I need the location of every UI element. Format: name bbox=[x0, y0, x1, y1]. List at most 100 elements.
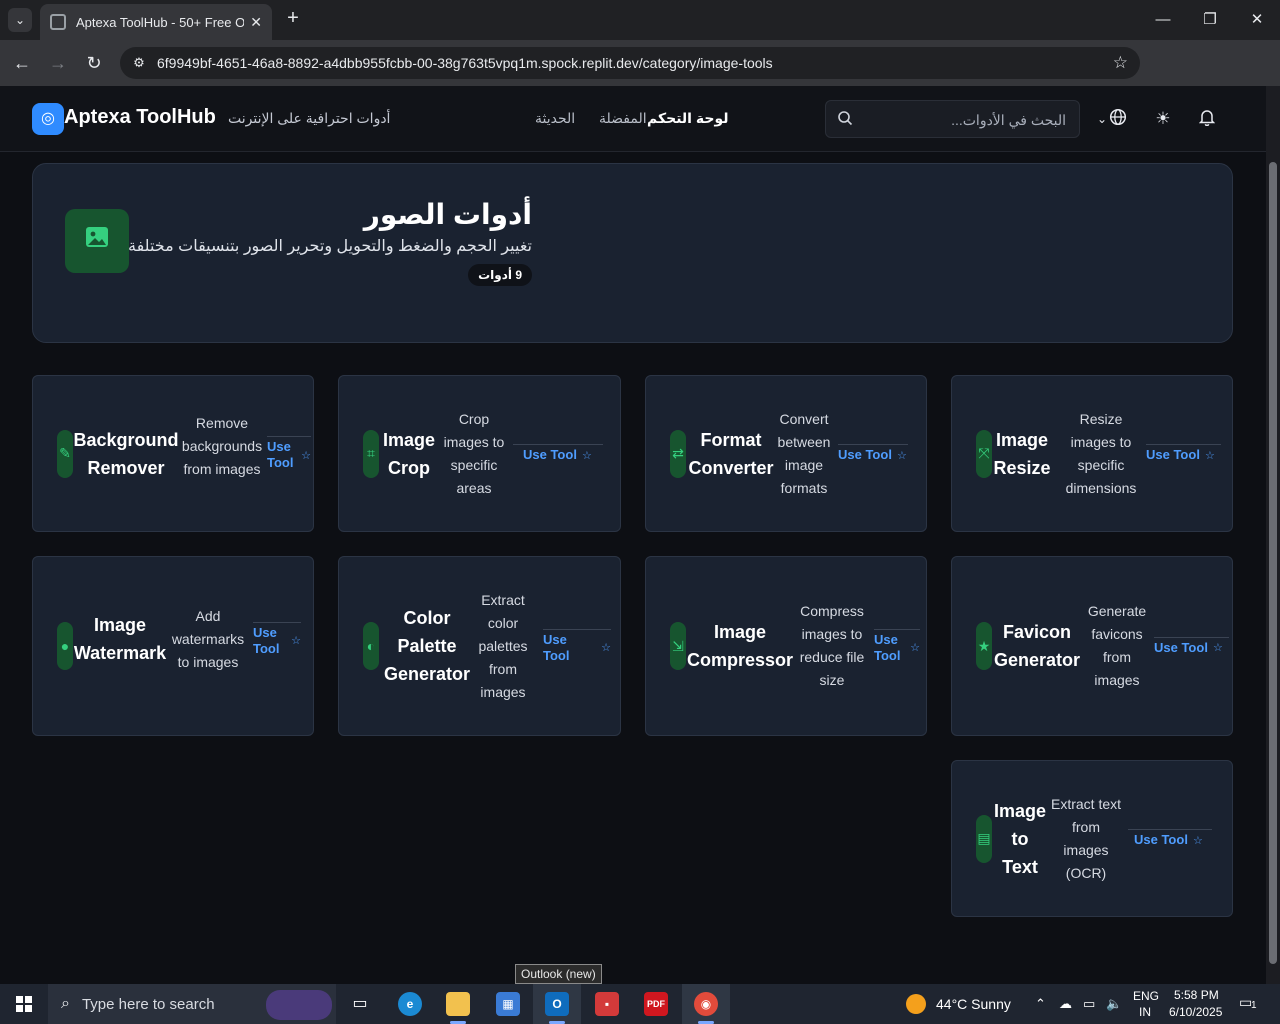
tool-card-favicon-generator[interactable]: ★ Favicon Generator Generate favicons fr… bbox=[951, 556, 1233, 736]
use-tool-button[interactable]: Use Tool ☆ bbox=[1146, 444, 1221, 463]
theme-sun-icon[interactable]: ☀ bbox=[1152, 108, 1174, 130]
use-tool-button[interactable]: Use Tool ☆ bbox=[253, 621, 301, 657]
taskbar-outlook[interactable]: O bbox=[533, 984, 581, 1024]
cloud-icon[interactable]: ☁ bbox=[1059, 996, 1072, 1012]
image-icon bbox=[65, 209, 129, 273]
tool-title: Image Watermark bbox=[73, 615, 167, 663]
use-tool-label[interactable]: Use Tool bbox=[253, 625, 286, 657]
clock-date[interactable]: 6/10/2025 bbox=[1169, 1005, 1222, 1019]
tool-title: Favicon Generator bbox=[993, 622, 1081, 670]
resize-icon: ⤧ bbox=[976, 429, 992, 478]
weather-sun-icon[interactable] bbox=[906, 994, 926, 1014]
compress-icon: ⇲ bbox=[670, 622, 686, 670]
use-tool-button[interactable]: Use Tool ☆ bbox=[838, 444, 908, 463]
nav-dashboard[interactable]: لوحة التحكم bbox=[647, 110, 728, 127]
url-text[interactable]: 6f9949bf-4651-46a8-8892-a4dbb955fcbb-00-… bbox=[157, 55, 773, 71]
address-bar[interactable]: ⚙ 6f9949bf-4651-46a8-8892-a4dbb955fcbb-0… bbox=[120, 47, 1140, 79]
taskbar-app-p[interactable]: ▪ bbox=[583, 984, 631, 1024]
use-tool-button[interactable]: Use Tool ☆ bbox=[513, 444, 603, 463]
weather-text[interactable]: 44°C Sunny bbox=[936, 996, 1011, 1012]
favorite-star-icon[interactable]: ☆ bbox=[291, 634, 301, 647]
search-input[interactable] bbox=[866, 108, 1066, 132]
tool-card-image-crop[interactable]: ⌗ Image Crop Crop images to specific are… bbox=[338, 375, 621, 532]
language-top[interactable]: ENG bbox=[1133, 989, 1159, 1003]
taskbar-store[interactable]: ▦ bbox=[484, 984, 532, 1024]
use-tool-label[interactable]: Use Tool bbox=[1134, 832, 1188, 848]
reload-button[interactable]: ↻ bbox=[82, 52, 106, 76]
nav-favorites[interactable]: المفضلة bbox=[599, 110, 647, 127]
favorite-star-icon[interactable]: ☆ bbox=[582, 449, 592, 462]
language-bottom[interactable]: IN bbox=[1139, 1005, 1151, 1019]
swap-icon: ⇄ bbox=[670, 429, 686, 478]
favorite-star-icon[interactable]: ☆ bbox=[301, 449, 311, 462]
tab-search-button[interactable]: ⌄ bbox=[8, 8, 32, 32]
use-tool-button[interactable]: Use Tool ☆ bbox=[543, 628, 611, 664]
new-tab-button[interactable]: + bbox=[282, 8, 304, 30]
favorite-star-icon[interactable]: ☆ bbox=[897, 449, 907, 462]
use-tool-label[interactable]: Use Tool bbox=[523, 447, 577, 463]
taskbar-chrome[interactable]: ◉ bbox=[682, 984, 730, 1024]
tool-card-image-resize[interactable]: ⤧ Image Resize Resize images to specific… bbox=[951, 375, 1233, 532]
browser-tab[interactable]: Aptexa ToolHub - 50+ Free Onl ✕ bbox=[40, 4, 272, 40]
clock-time[interactable]: 5:58 PM bbox=[1174, 988, 1219, 1002]
use-tool-label[interactable]: Use Tool bbox=[1154, 640, 1208, 656]
use-tool-label[interactable]: Use Tool bbox=[838, 447, 892, 463]
favorite-star-icon[interactable]: ☆ bbox=[601, 641, 611, 654]
notification-bell-icon[interactable] bbox=[1196, 108, 1218, 130]
use-tool-button[interactable]: Use Tool ☆ bbox=[874, 628, 920, 664]
network-icon[interactable]: ▭ bbox=[1083, 996, 1095, 1012]
logo-text[interactable]: Aptexa ToolHub bbox=[64, 106, 216, 129]
page-scrollbar[interactable] bbox=[1266, 86, 1280, 984]
nav-latest[interactable]: الحديثة bbox=[535, 110, 575, 127]
show-hidden-icons[interactable]: ⌃ bbox=[1035, 996, 1046, 1012]
task-view-button[interactable]: ▭ bbox=[336, 984, 384, 1024]
tool-title: Image Crop bbox=[382, 429, 436, 478]
bookmark-star-icon[interactable]: ☆ bbox=[1113, 53, 1128, 73]
tool-card-image-watermark[interactable]: ● Image Watermark Add watermarks to imag… bbox=[32, 556, 314, 736]
tool-title: Image Compressor bbox=[686, 622, 794, 670]
favorite-star-icon[interactable]: ☆ bbox=[1205, 449, 1215, 462]
tool-card-color-palette-generator[interactable]: ◐ Color Palette Generator Extract color … bbox=[338, 556, 621, 736]
palette-icon: ◐ bbox=[363, 622, 379, 670]
favorite-star-icon[interactable]: ☆ bbox=[1213, 641, 1223, 654]
tab-close-icon[interactable]: ✕ bbox=[250, 14, 262, 31]
favorite-star-icon[interactable]: ☆ bbox=[910, 641, 920, 654]
tool-description: Generate favicons from images bbox=[1087, 603, 1147, 688]
droplet-icon: ● bbox=[57, 622, 73, 670]
use-tool-label[interactable]: Use Tool bbox=[1146, 447, 1200, 463]
tool-card-image-compressor[interactable]: ⇲ Image Compressor Compress images to re… bbox=[645, 556, 927, 736]
start-button[interactable] bbox=[0, 984, 48, 1024]
favorite-star-icon[interactable]: ☆ bbox=[1193, 834, 1203, 847]
tool-card-format-converter[interactable]: ⇄ Format Converter Convert between image… bbox=[645, 375, 927, 532]
star-icon: ★ bbox=[976, 622, 992, 670]
taskbar-edge[interactable]: e bbox=[386, 984, 434, 1024]
globe-icon[interactable] bbox=[1107, 108, 1129, 130]
taskbar-file-explorer[interactable] bbox=[434, 984, 482, 1024]
taskbar-pdf[interactable]: PDF bbox=[632, 984, 680, 1024]
notification-center-icon[interactable]: ▭ 1 bbox=[1239, 994, 1259, 1014]
volume-icon[interactable]: 🔈 bbox=[1106, 996, 1122, 1012]
use-tool-button[interactable]: Use Tool ☆ bbox=[1128, 829, 1212, 848]
use-tool-label[interactable]: Use Tool bbox=[267, 439, 296, 471]
tool-title: Format Converter bbox=[688, 429, 774, 478]
search-box[interactable] bbox=[825, 100, 1080, 138]
close-window-button[interactable]: ✕ bbox=[1234, 8, 1280, 32]
restore-button[interactable]: ❐ bbox=[1187, 8, 1233, 32]
use-tool-button[interactable]: Use Tool ☆ bbox=[267, 436, 311, 471]
use-tool-label[interactable]: Use Tool bbox=[874, 632, 905, 664]
taskbar-search-placeholder[interactable]: Type here to search bbox=[82, 996, 215, 1013]
search-icon: ⌕ bbox=[61, 995, 70, 1012]
taskbar-tooltip: Outlook (new) bbox=[515, 964, 602, 984]
taskbar-search[interactable]: ⌕ Type here to search bbox=[48, 984, 336, 1024]
site-info-icon[interactable]: ⚙ bbox=[130, 54, 148, 72]
use-tool-button[interactable]: Use Tool ☆ bbox=[1154, 636, 1229, 656]
store-icon: ▦ bbox=[496, 992, 520, 1016]
logo-icon[interactable]: ◎ bbox=[32, 103, 64, 135]
back-button[interactable]: ← bbox=[10, 52, 34, 76]
minimize-button[interactable]: — bbox=[1140, 8, 1186, 32]
forward-button[interactable]: → bbox=[46, 52, 70, 76]
tool-card-image-to-text[interactable]: ▤ Image to Text Extract text from images… bbox=[951, 760, 1233, 917]
use-tool-label[interactable]: Use Tool bbox=[543, 632, 596, 664]
tool-card-background-remover[interactable]: ✎ Background Remover Remove backgrounds … bbox=[32, 375, 314, 532]
scrollbar-thumb[interactable] bbox=[1269, 162, 1277, 964]
